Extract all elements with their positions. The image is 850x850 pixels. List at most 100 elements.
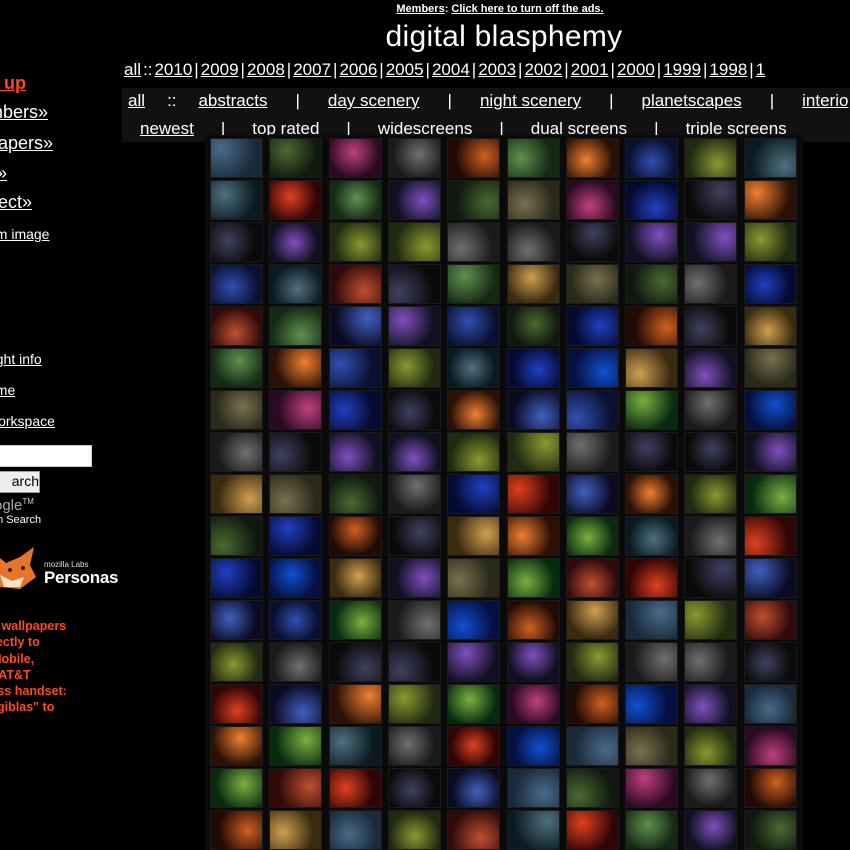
wallpaper-thumbnail[interactable] <box>625 432 679 472</box>
wallpaper-thumbnail[interactable] <box>210 390 263 430</box>
wallpaper-thumbnail[interactable] <box>625 558 679 598</box>
wallpaper-thumbnail[interactable] <box>269 684 323 724</box>
wallpaper-thumbnail[interactable] <box>684 558 738 598</box>
wallpaper-thumbnail[interactable] <box>447 600 501 640</box>
year-link-8[interactable]: 2003 <box>478 60 516 79</box>
wallpaper-thumbnail[interactable] <box>506 726 560 766</box>
wallpaper-thumbnail[interactable] <box>269 516 323 556</box>
wallpaper-thumbnail[interactable] <box>506 516 560 556</box>
random-image-link[interactable]: om image <box>0 226 49 242</box>
wallpaper-thumbnail[interactable] <box>328 180 382 220</box>
wallpaper-thumbnail[interactable] <box>328 306 382 346</box>
wallpaper-thumbnail[interactable] <box>210 474 263 514</box>
wallpaper-thumbnail[interactable] <box>328 138 382 178</box>
wallpaper-thumbnail[interactable] <box>625 180 679 220</box>
wallpaper-thumbnail[interactable] <box>565 474 619 514</box>
workspace-link[interactable]: workspace <box>0 413 55 429</box>
wallpaper-thumbnail[interactable] <box>447 390 501 430</box>
wallpaper-thumbnail[interactable] <box>269 222 323 262</box>
wallpaper-thumbnail[interactable] <box>625 810 679 850</box>
wallpaper-thumbnail[interactable] <box>506 642 560 682</box>
year-link-10[interactable]: 2001 <box>571 60 609 79</box>
sidebar-nav-extras[interactable]: s» <box>0 163 7 184</box>
category-link-0[interactable]: all <box>128 91 145 110</box>
wallpaper-thumbnail[interactable] <box>625 222 679 262</box>
wallpaper-thumbnail[interactable] <box>684 474 738 514</box>
wallpaper-thumbnail[interactable] <box>210 138 263 178</box>
wallpaper-thumbnail[interactable] <box>269 810 323 850</box>
wallpaper-thumbnail[interactable] <box>684 306 738 346</box>
wallpaper-thumbnail[interactable] <box>743 474 797 514</box>
wallpaper-thumbnail[interactable] <box>684 768 738 808</box>
sidebar-nav-wallpapers[interactable]: papers» <box>0 133 53 154</box>
wallpaper-thumbnail[interactable] <box>447 348 501 388</box>
wallpaper-thumbnail[interactable] <box>506 348 560 388</box>
wallpaper-thumbnail[interactable] <box>506 222 560 262</box>
wallpaper-thumbnail[interactable] <box>210 432 263 472</box>
wallpaper-thumbnail[interactable] <box>328 390 382 430</box>
wallpaper-thumbnail[interactable] <box>743 516 797 556</box>
turn-off-ads-link[interactable]: Click here to turn off the ads. <box>451 3 603 15</box>
wallpaper-thumbnail[interactable] <box>506 138 560 178</box>
wallpaper-thumbnail[interactable] <box>506 684 560 724</box>
wallpaper-thumbnail[interactable] <box>387 138 441 178</box>
wallpaper-thumbnail[interactable] <box>387 264 441 304</box>
wallpaper-thumbnail[interactable] <box>210 684 263 724</box>
search-button[interactable]: arch <box>0 471 40 493</box>
wallpaper-thumbnail[interactable] <box>684 726 738 766</box>
wallpaper-thumbnail[interactable] <box>387 180 441 220</box>
wallpaper-thumbnail[interactable] <box>269 600 323 640</box>
wallpaper-thumbnail[interactable] <box>269 642 323 682</box>
year-link-14[interactable]: 1 <box>756 60 765 79</box>
wallpaper-thumbnail[interactable] <box>447 642 501 682</box>
wallpaper-thumbnail[interactable] <box>743 642 797 682</box>
wallpaper-thumbnail[interactable] <box>269 726 323 766</box>
wallpaper-thumbnail[interactable] <box>625 474 679 514</box>
wallpaper-thumbnail[interactable] <box>565 348 619 388</box>
wallpaper-thumbnail[interactable] <box>210 180 263 220</box>
year-link-4[interactable]: 2007 <box>293 60 331 79</box>
wallpaper-thumbnail[interactable] <box>565 726 619 766</box>
wallpaper-thumbnail[interactable] <box>447 138 501 178</box>
wallpaper-thumbnail[interactable] <box>625 726 679 766</box>
wallpaper-thumbnail[interactable] <box>743 222 797 262</box>
category-link-4[interactable]: planetscapes <box>642 91 742 110</box>
wallpaper-thumbnail[interactable] <box>447 222 501 262</box>
year-link-12[interactable]: 1999 <box>663 60 701 79</box>
year-link-0[interactable]: all <box>124 60 141 79</box>
wallpaper-thumbnail[interactable] <box>210 516 263 556</box>
wallpaper-thumbnail[interactable] <box>684 180 738 220</box>
personas-fox-icon[interactable] <box>0 543 42 593</box>
wallpaper-thumbnail[interactable] <box>506 432 560 472</box>
wallpaper-thumbnail[interactable] <box>743 558 797 598</box>
wallpaper-thumbnail[interactable] <box>684 222 738 262</box>
wallpaper-thumbnail[interactable] <box>387 726 441 766</box>
wallpaper-thumbnail[interactable] <box>684 516 738 556</box>
wallpaper-thumbnail[interactable] <box>565 138 619 178</box>
wallpaper-thumbnail[interactable] <box>743 306 797 346</box>
wallpaper-thumbnail[interactable] <box>625 768 679 808</box>
wallpaper-thumbnail[interactable] <box>565 222 619 262</box>
year-link-7[interactable]: 2004 <box>432 60 470 79</box>
wallpaper-thumbnail[interactable] <box>565 264 619 304</box>
wallpaper-thumbnail[interactable] <box>684 642 738 682</box>
wallpaper-thumbnail[interactable] <box>210 600 263 640</box>
wallpaper-thumbnail[interactable] <box>387 768 441 808</box>
wallpaper-thumbnail[interactable] <box>625 348 679 388</box>
category-link-2[interactable]: day scenery <box>328 91 420 110</box>
wallpaper-thumbnail[interactable] <box>625 390 679 430</box>
category-link-3[interactable]: night scenery <box>480 91 581 110</box>
wallpaper-thumbnail[interactable] <box>387 684 441 724</box>
sidebar-nav-members[interactable]: mbers» <box>0 102 48 123</box>
wallpaper-thumbnail[interactable] <box>269 138 323 178</box>
wallpaper-thumbnail[interactable] <box>447 264 501 304</box>
wallpaper-thumbnail[interactable] <box>387 516 441 556</box>
wallpaper-thumbnail[interactable] <box>743 684 797 724</box>
personas-logo[interactable]: Personas <box>44 568 118 588</box>
wallpaper-thumbnail[interactable] <box>328 516 382 556</box>
wallpaper-thumbnail[interactable] <box>210 348 263 388</box>
wallpaper-thumbnail[interactable] <box>210 810 263 850</box>
wallpaper-thumbnail[interactable] <box>269 264 323 304</box>
wallpaper-thumbnail[interactable] <box>387 600 441 640</box>
wallpaper-thumbnail[interactable] <box>743 726 797 766</box>
